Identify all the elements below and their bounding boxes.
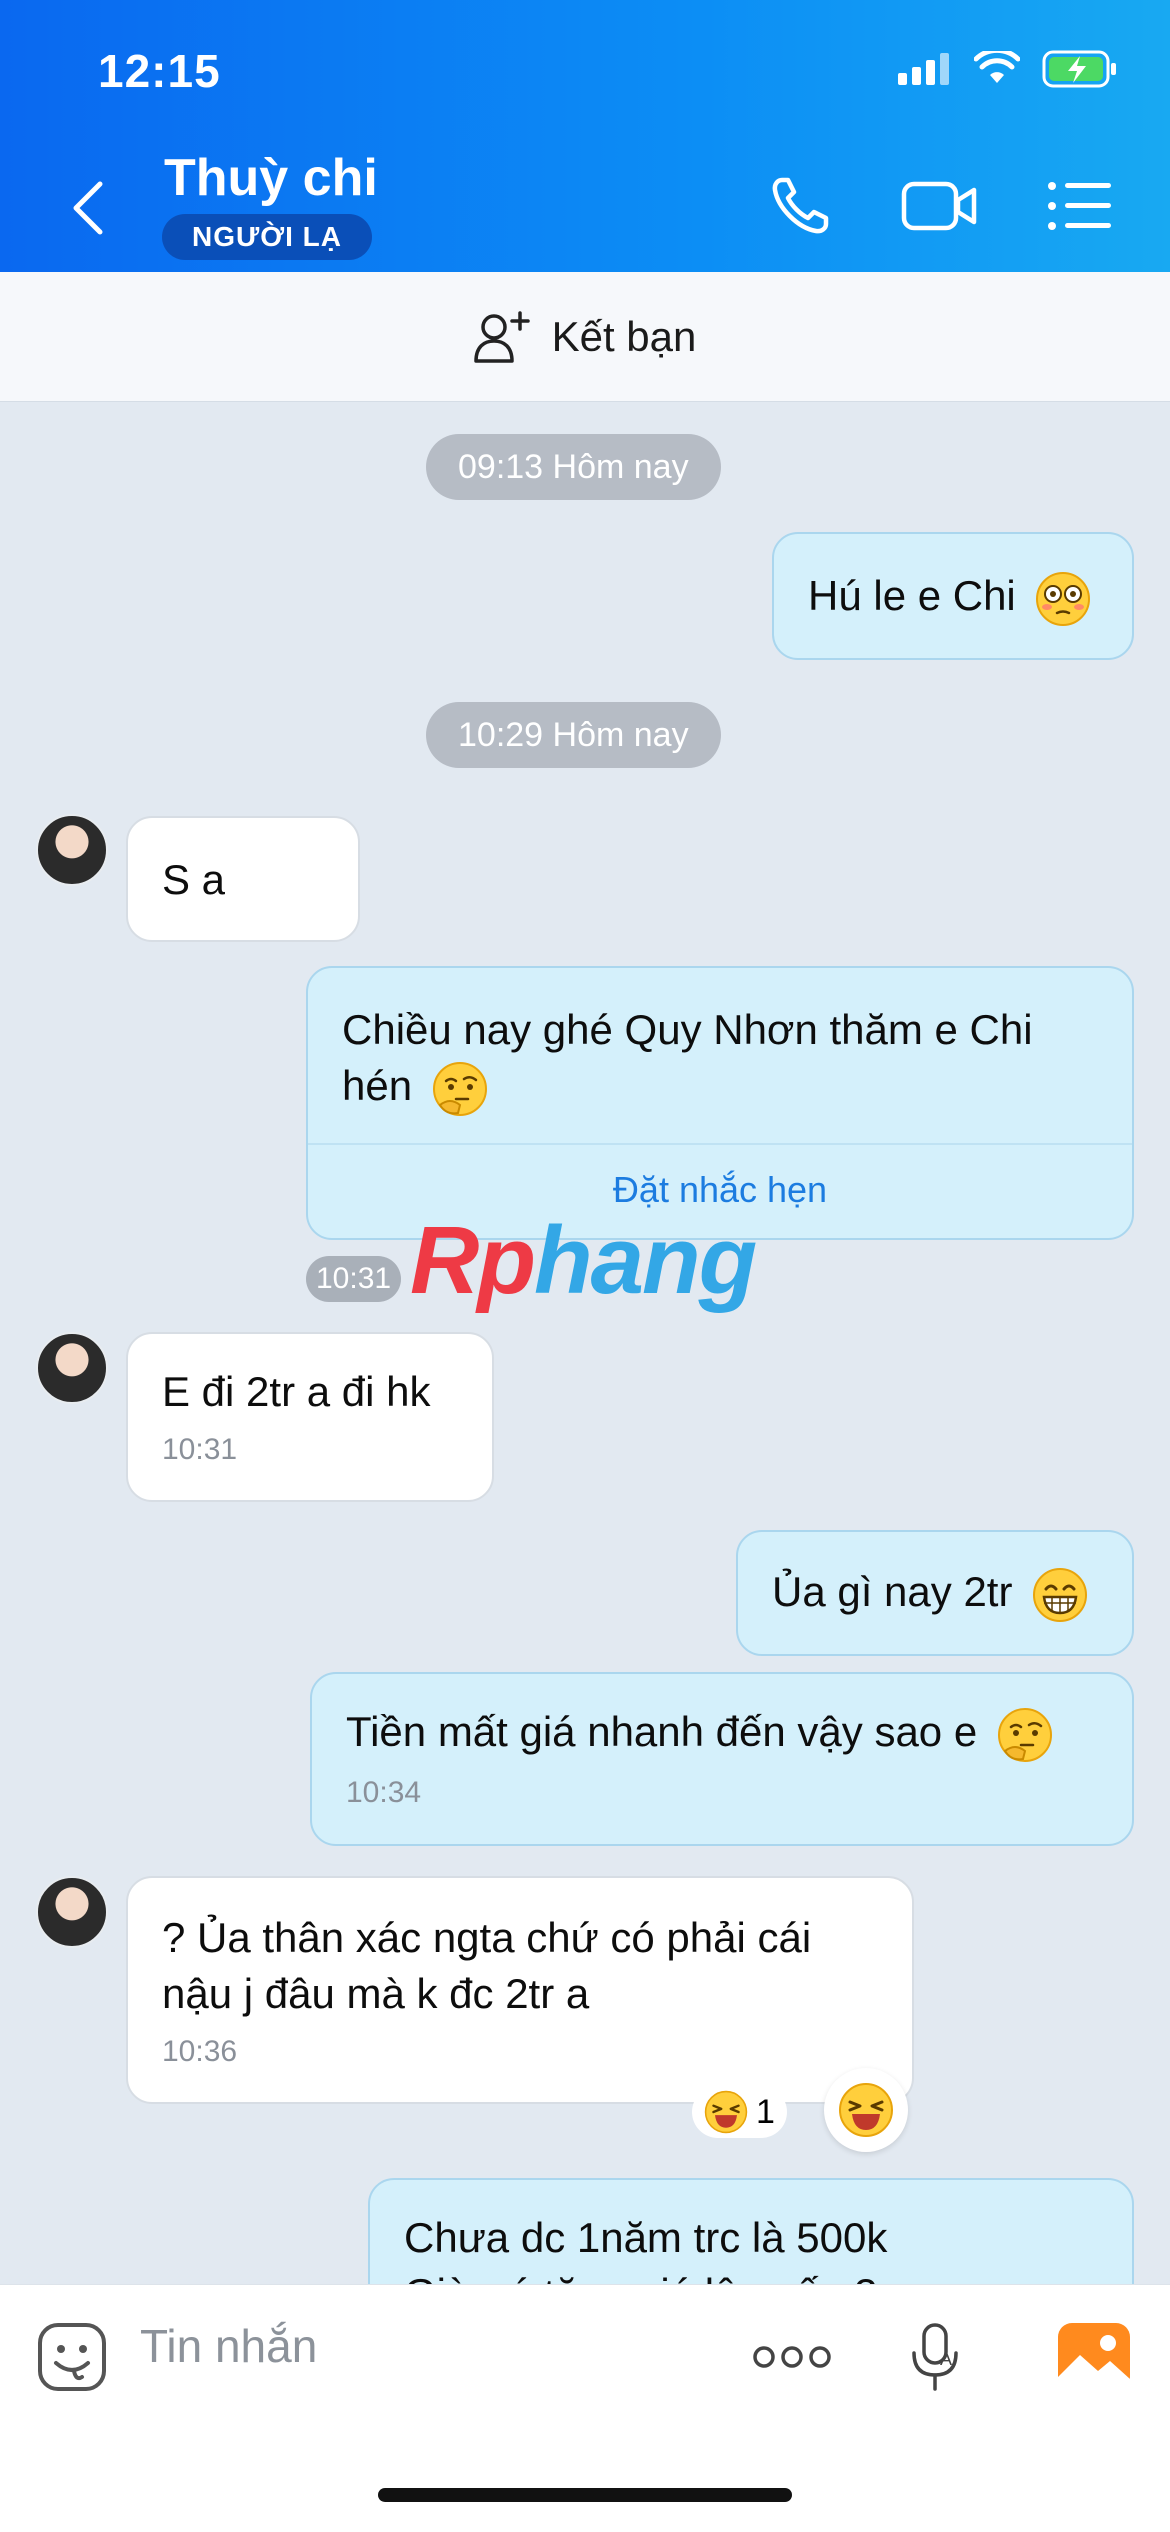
message-text: Hú le e Chi	[808, 572, 1016, 619]
message-outgoing[interactable]: Ủa gì nay 2tr	[736, 1530, 1134, 1656]
message-outgoing[interactable]: Hú le e Chi	[772, 532, 1134, 660]
time-divider: 09:13 Hôm nay	[426, 434, 721, 500]
more-options-button[interactable]	[750, 2315, 834, 2399]
home-indicator	[378, 2488, 792, 2502]
message-text: Ủa gì nay 2tr	[772, 1568, 1013, 1615]
message-incoming[interactable]: S a	[126, 816, 360, 942]
time-divider: 10:29 Hôm nay	[426, 702, 721, 768]
sticker-face-icon	[38, 2323, 106, 2391]
message-outgoing[interactable]: Chiều nay ghé Quy Nhơn thăm e Chi hén Đặ…	[306, 966, 1134, 1240]
reaction-summary[interactable]: 1	[692, 2086, 787, 2138]
stranger-badge: NGƯỜI LẠ	[162, 214, 372, 260]
list-menu-icon	[1048, 182, 1111, 230]
battery-charging-icon	[1042, 50, 1116, 88]
contact-name[interactable]: Thuỳ chi	[164, 148, 378, 208]
thinking-emoji-icon	[997, 1707, 1052, 1762]
message-time: 10:31	[162, 1433, 238, 1466]
message-text: E đi 2tr a đi hk	[162, 1368, 431, 1415]
message-time: 10:36	[162, 2035, 238, 2068]
video-call-button[interactable]	[900, 170, 980, 242]
message-text: Tiền mất giá nhanh đến vậy sao e	[346, 1708, 978, 1755]
message-text: S a	[162, 856, 226, 903]
grinning-emoji-icon	[1033, 1567, 1088, 1622]
message-time: 10:34	[346, 1775, 422, 1809]
laughing-emoji-icon	[704, 2090, 748, 2134]
contact-avatar[interactable]	[36, 1876, 108, 1948]
image-gallery-icon	[1058, 2323, 1130, 2391]
add-user-icon	[473, 310, 530, 363]
svg-text:A: A	[940, 2349, 952, 2369]
status-icons	[898, 50, 1118, 88]
more-dots-icon	[753, 2346, 831, 2368]
contact-avatar[interactable]	[36, 1332, 108, 1404]
menu-button[interactable]	[1040, 170, 1120, 242]
flushed-emoji-icon	[1036, 571, 1091, 626]
laughing-emoji-icon	[839, 2083, 893, 2137]
add-friend-label: Kết bạn	[551, 312, 697, 360]
message-input[interactable]: Tin nhắn	[140, 2319, 317, 2373]
watermark-logo: Rphang	[410, 1207, 757, 1314]
message-text: Chưa dc 1năm trc là 500k	[404, 2214, 888, 2261]
react-button[interactable]	[824, 2068, 908, 2152]
message-text: ? Ủa thân xác ngta chứ có phải cái nậu j…	[162, 1914, 812, 2017]
status-time: 12:15	[98, 45, 221, 97]
contact-avatar[interactable]	[36, 814, 108, 886]
thinking-emoji-icon	[432, 1061, 487, 1116]
message-time: 10:31	[306, 1256, 402, 1302]
gallery-button[interactable]	[1052, 2315, 1136, 2399]
message-incoming[interactable]: ? Ủa thân xác ngta chứ có phải cái nậu j…	[126, 1876, 914, 2104]
microphone-icon: A	[912, 2323, 958, 2391]
voice-message-button[interactable]: A	[894, 2315, 978, 2399]
message-incoming[interactable]: E đi 2tr a đi hk 10:31	[126, 1332, 494, 1502]
sticker-button[interactable]	[30, 2315, 114, 2399]
chat-header: 12:15 Thuỳ chi NGƯỜI LẠ	[0, 0, 1170, 272]
signal-icon	[898, 53, 949, 85]
chevron-left-icon	[73, 181, 103, 235]
back-button[interactable]	[58, 168, 118, 248]
message-outgoing[interactable]: Tiền mất giá nhanh đến vậy sao e 10:34	[310, 1672, 1134, 1846]
reaction-count: 1	[756, 2092, 775, 2131]
video-camera-icon	[901, 181, 977, 231]
phone-icon	[772, 177, 829, 234]
add-friend-bar[interactable]: Kết bạn	[0, 272, 1170, 402]
wifi-icon	[974, 51, 1020, 83]
voice-call-button[interactable]	[760, 170, 840, 242]
